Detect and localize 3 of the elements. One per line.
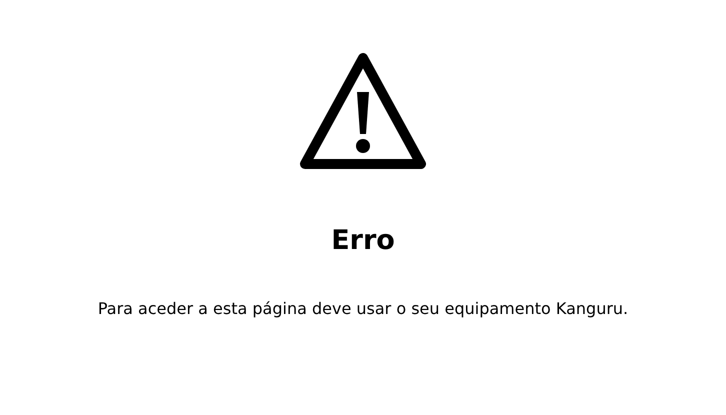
error-title: Erro	[331, 224, 395, 258]
warning-icon	[299, 50, 427, 172]
error-message: Para aceder a esta página deve usar o seu equipamento Kanguru.	[98, 298, 628, 320]
